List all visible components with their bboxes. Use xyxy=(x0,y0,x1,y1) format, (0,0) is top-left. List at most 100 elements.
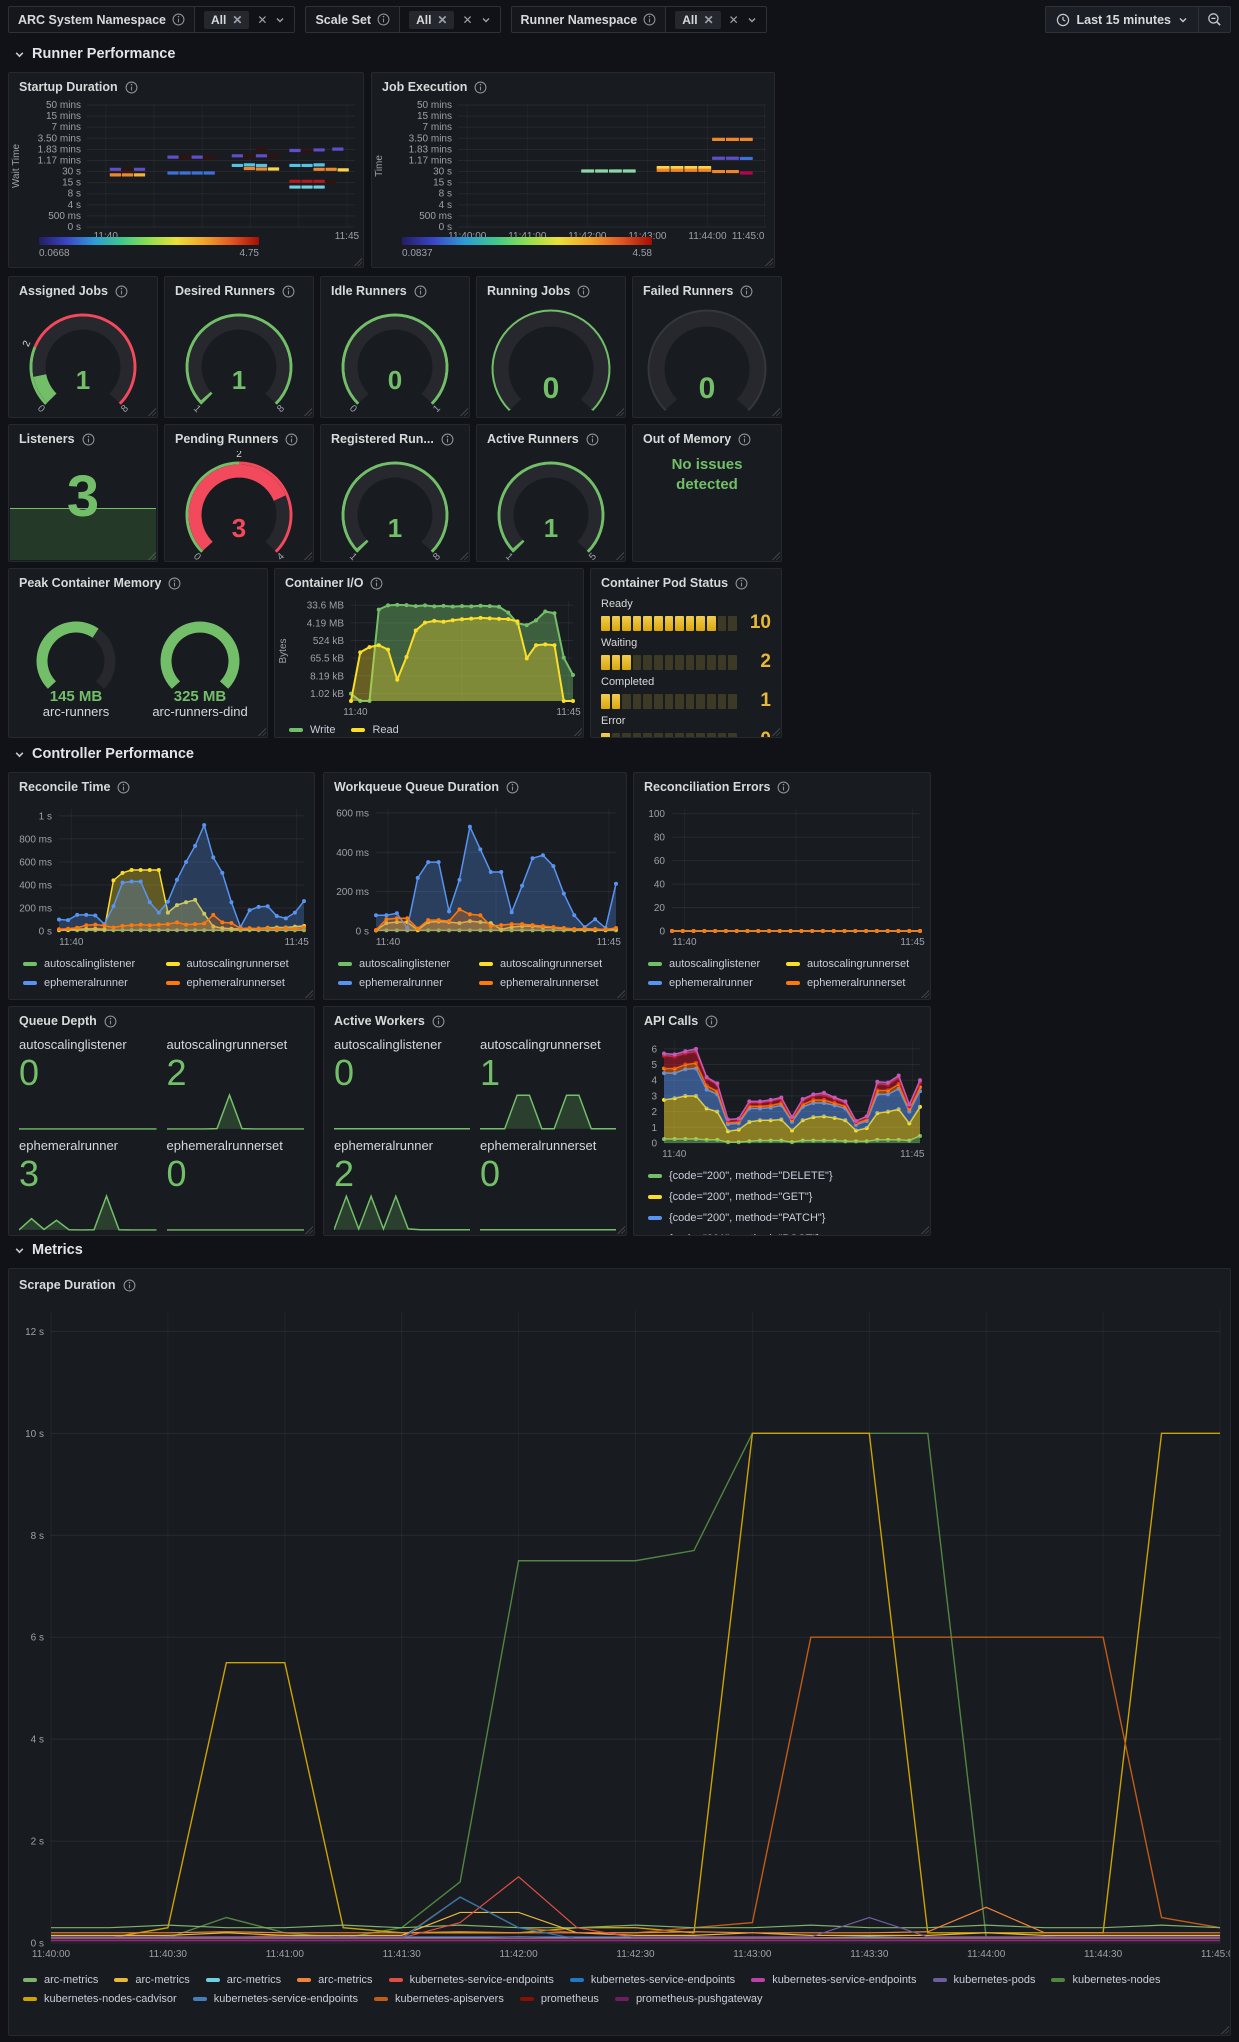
panel-title[interactable]: Peak Container Memory xyxy=(19,576,161,590)
info-icon[interactable] xyxy=(474,81,487,94)
heatmap-job-execution[interactable]: 50 mins 15 mins 7 mins 3.50 mins 1.83 mins 1.… xyxy=(372,99,774,248)
chip-remove-icon[interactable]: ✕ xyxy=(437,14,447,26)
info-icon[interactable] xyxy=(414,285,427,298)
legend-item[interactable]: autoscalinglistener xyxy=(648,958,782,970)
panel-title[interactable]: Workqueue Queue Duration xyxy=(334,780,499,794)
legend-item[interactable]: kubernetes-nodes-cadvisor xyxy=(23,1993,177,2005)
section-controller-performance[interactable]: Controller Performance xyxy=(14,746,194,762)
panel-title[interactable]: Active Workers xyxy=(334,1014,425,1028)
panel-title[interactable]: Listeners xyxy=(19,432,75,446)
legend-item[interactable]: kubernetes-service-endpoints xyxy=(192,1993,358,2005)
panel-title[interactable]: Desired Runners xyxy=(175,284,275,298)
time-range-picker[interactable]: Last 15 minutes xyxy=(1044,6,1199,33)
info-icon[interactable] xyxy=(577,285,590,298)
info-icon[interactable] xyxy=(738,433,751,446)
filter-chip[interactable]: All ✕ xyxy=(204,10,250,29)
info-icon[interactable] xyxy=(740,285,753,298)
panel-title[interactable]: Container Pod Status xyxy=(601,576,728,590)
info-icon[interactable] xyxy=(285,433,298,446)
info-icon[interactable] xyxy=(777,781,790,794)
info-icon[interactable] xyxy=(506,781,519,794)
panel-title[interactable]: Running Jobs xyxy=(487,284,570,298)
info-icon[interactable] xyxy=(735,577,748,590)
legend-item[interactable]: autoscalingrunnerset xyxy=(165,958,305,970)
panel-title[interactable]: Active Runners xyxy=(487,432,579,446)
filter-chip[interactable]: All ✕ xyxy=(409,10,455,29)
panel-title[interactable]: Out of Memory xyxy=(643,432,731,446)
filter-value[interactable]: All ✕ ✕ xyxy=(400,6,501,33)
panel-title[interactable]: Pending Runners xyxy=(175,432,278,446)
info-icon[interactable] xyxy=(125,81,138,94)
legend-item[interactable]: ephemeralrunnerset xyxy=(479,977,616,989)
panel-title[interactable]: Startup Duration xyxy=(19,80,118,94)
info-icon[interactable] xyxy=(370,577,383,590)
panel-title[interactable]: Scrape Duration xyxy=(19,1278,116,1292)
panel-title[interactable]: API Calls xyxy=(644,1014,698,1028)
clear-icon[interactable]: ✕ xyxy=(729,14,739,26)
info-icon[interactable] xyxy=(115,285,128,298)
chart-workqueue-duration[interactable]: 0 s 200 ms 400 ms 600 ms 11:40 11:45 xyxy=(324,799,626,954)
panel-title[interactable]: Container I/O xyxy=(285,576,363,590)
info-icon[interactable] xyxy=(432,1015,445,1028)
section-runner-performance[interactable]: Runner Performance xyxy=(14,46,175,62)
legend-item[interactable]: ephemeralrunner xyxy=(23,977,162,989)
legend-item[interactable]: autoscalingrunnerset xyxy=(786,958,920,970)
clear-icon[interactable]: ✕ xyxy=(462,14,472,26)
chip-remove-icon[interactable]: ✕ xyxy=(232,14,242,26)
legend-item[interactable]: kubernetes-apiservers xyxy=(374,1993,504,2005)
legend-item[interactable]: ephemeralrunner xyxy=(648,977,782,989)
legend-item[interactable]: arc-metrics xyxy=(23,1974,98,1986)
info-icon[interactable] xyxy=(82,433,95,446)
legend-item[interactable]: prometheus-pushgateway xyxy=(614,1993,763,2005)
chevron-down-icon[interactable] xyxy=(747,15,757,25)
info-icon[interactable] xyxy=(104,1015,117,1028)
chart-reconcile-time[interactable]: 0 s 200 ms 400 ms 600 ms 800 ms 1 s 11:40 11:45 xyxy=(9,799,314,954)
chevron-down-icon[interactable] xyxy=(481,15,491,25)
legend-item[interactable]: Read xyxy=(351,724,399,736)
info-icon[interactable] xyxy=(117,781,130,794)
panel-title[interactable]: Reconciliation Errors xyxy=(644,780,770,794)
chart-api-calls[interactable]: 0 1 2 3 4 5 6 11:40 11:45 xyxy=(634,1033,930,1164)
legend-item[interactable]: kubernetes-nodes xyxy=(1051,1974,1161,1986)
legend-item[interactable]: {code="200", method="DELETE"} xyxy=(648,1170,920,1182)
legend-item[interactable]: kubernetes-service-endpoints xyxy=(751,1974,917,1986)
chart-reconciliation-errors[interactable]: 0 20 40 60 80 100 11:40 11:45 xyxy=(634,799,930,954)
legend-item[interactable]: arc-metrics xyxy=(297,1974,373,1986)
legend-item[interactable]: ephemeralrunner xyxy=(338,977,475,989)
zoom-out-button[interactable] xyxy=(1199,6,1231,33)
panel-title[interactable]: Reconcile Time xyxy=(19,780,110,794)
heatmap-startup-duration[interactable]: 50 mins 15 mins 7 mins 3.50 mins 1.83 mins 1.… xyxy=(9,99,363,248)
info-icon[interactable] xyxy=(168,577,181,590)
legend-item[interactable]: kubernetes-service-endpoints xyxy=(569,1974,735,1986)
legend-item[interactable]: ephemeralrunnerset xyxy=(786,977,920,989)
panel-title[interactable]: Job Execution xyxy=(382,80,467,94)
panel-title[interactable]: Idle Runners xyxy=(331,284,407,298)
legend-item[interactable]: autoscalingrunnerset xyxy=(479,958,616,970)
legend-item[interactable]: autoscalinglistener xyxy=(23,958,162,970)
legend-item[interactable]: {code="201", method="POST"} xyxy=(648,1233,920,1235)
section-metrics[interactable]: Metrics xyxy=(14,1242,83,1258)
panel-title[interactable]: Assigned Jobs xyxy=(19,284,108,298)
info-icon[interactable] xyxy=(705,1015,718,1028)
legend-item[interactable]: kubernetes-pods xyxy=(932,1974,1035,1986)
filter-value[interactable]: All ✕ ✕ xyxy=(195,6,296,33)
legend-item[interactable]: arc-metrics xyxy=(114,1974,190,1986)
legend-item[interactable]: arc-metrics xyxy=(205,1974,281,1986)
legend-item[interactable]: {code="200", method="PATCH"} xyxy=(648,1212,920,1224)
filter-value[interactable]: All ✕ ✕ xyxy=(666,6,767,33)
legend-item[interactable]: {code="200", method="GET"} xyxy=(648,1191,920,1203)
chip-remove-icon[interactable]: ✕ xyxy=(704,14,714,26)
info-icon[interactable] xyxy=(123,1279,136,1292)
legend-item[interactable]: Write xyxy=(289,724,335,736)
info-icon[interactable] xyxy=(643,13,656,26)
info-icon[interactable] xyxy=(282,285,295,298)
filter-chip[interactable]: All ✕ xyxy=(675,10,721,29)
legend-item[interactable]: kubernetes-service-endpoints xyxy=(388,1974,554,1986)
clear-icon[interactable]: ✕ xyxy=(257,14,267,26)
info-icon[interactable] xyxy=(441,433,454,446)
panel-title[interactable]: Registered Run... xyxy=(331,432,434,446)
chevron-down-icon[interactable] xyxy=(275,15,285,25)
panel-title[interactable]: Failed Runners xyxy=(643,284,733,298)
panel-title[interactable]: Queue Depth xyxy=(19,1014,97,1028)
legend-item[interactable]: ephemeralrunnerset xyxy=(165,977,305,989)
